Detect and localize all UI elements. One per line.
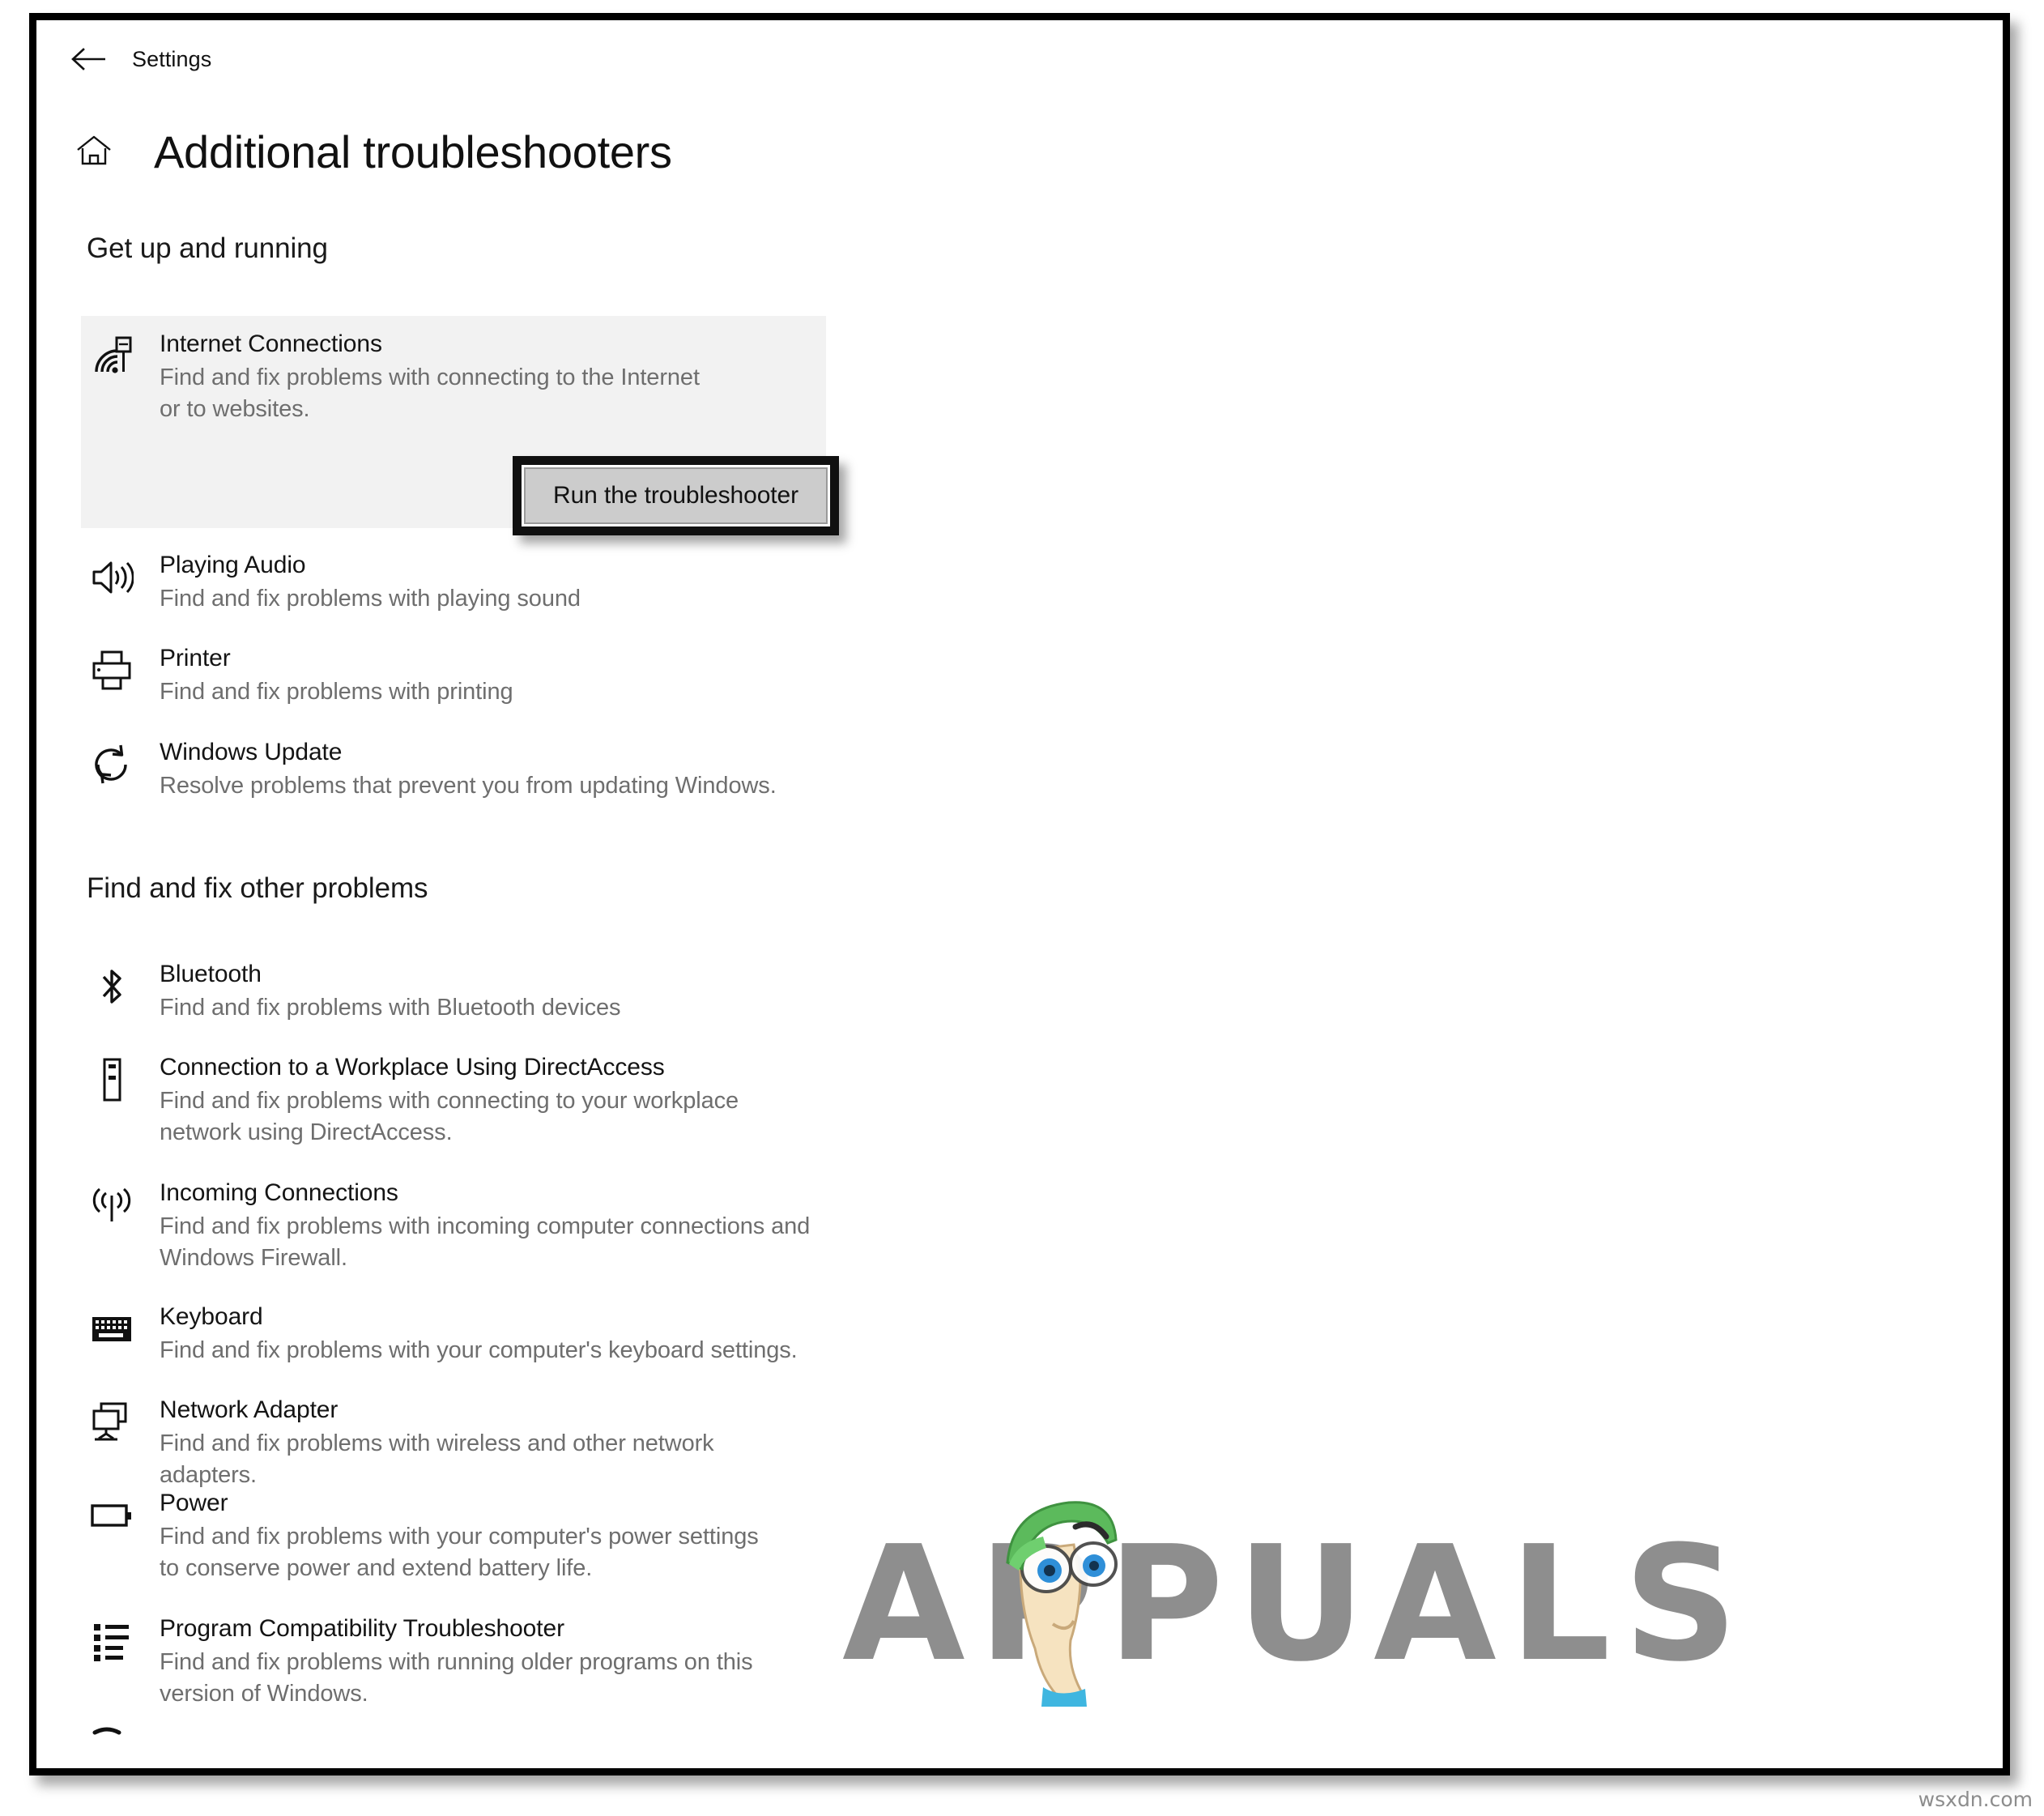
- network-adapter-icon: [87, 1397, 137, 1447]
- list-item-title: Power: [160, 1490, 228, 1516]
- run-troubleshooter-button-wrapper: Run the troubleshooter: [513, 456, 840, 535]
- list-item-text: Incoming Connections Find and fix proble…: [160, 1179, 815, 1273]
- list-item-incoming-connections[interactable]: Incoming Connections Find and fix proble…: [87, 1179, 815, 1273]
- watermark-brand-text: APPUALS: [842, 1512, 1751, 1697]
- list-item-network-adapter[interactable]: Network Adapter Find and fix problems wi…: [87, 1396, 815, 1490]
- list-item-title: Bluetooth: [160, 961, 262, 987]
- list-item-title: Playing Audio: [160, 552, 306, 578]
- page-title: Additional troubleshooters: [154, 126, 672, 177]
- incoming-connections-icon: [87, 1180, 137, 1230]
- list-item-text: Printer Find and fix problems with print…: [160, 644, 513, 708]
- section-heading-find-and-fix-other-problems: Find and fix other problems: [87, 872, 428, 904]
- list-item-program-compatibility[interactable]: Program Compatibility Troubleshooter Fin…: [87, 1614, 759, 1709]
- list-item-windows-update[interactable]: Windows Update Resolve problems that pre…: [87, 738, 815, 802]
- list-item-title: Windows Update: [160, 739, 343, 765]
- list-item-description: Find and fix problems with printing: [160, 679, 513, 706]
- back-button[interactable]: [56, 35, 122, 83]
- list-item-text: Windows Update Resolve problems that pre…: [160, 738, 777, 802]
- arrow-left-icon: [70, 46, 108, 72]
- list-item-text: Network Adapter Find and fix problems wi…: [160, 1396, 815, 1490]
- title-bar: Settings: [36, 20, 2003, 98]
- list-item-description: Find and fix problems with connecting to…: [160, 364, 700, 422]
- list-item-description: Find and fix problems with Bluetooth dev…: [160, 995, 621, 1021]
- list-item-title: Incoming Connections: [160, 1179, 398, 1206]
- list-item-title: Connection to a Workplace Using DirectAc…: [160, 1054, 665, 1081]
- focus-outline: Run the troubleshooter: [513, 456, 840, 535]
- list-item-text: Connection to a Workplace Using DirectAc…: [160, 1053, 759, 1148]
- list-item-printer[interactable]: Printer Find and fix problems with print…: [87, 644, 735, 708]
- settings-window: Settings Additional troubleshooters Get …: [29, 13, 2010, 1776]
- list-item-description: Resolve problems that prevent you from u…: [160, 773, 777, 799]
- list-item-text: Bluetooth Find and fix problems with Blu…: [160, 960, 621, 1024]
- list-item-playing-audio[interactable]: Playing Audio Find and fix problems with…: [87, 551, 735, 615]
- section-heading-get-up-and-running: Get up and running: [87, 232, 328, 264]
- run-troubleshooter-button-label: Run the troubleshooter: [553, 482, 799, 509]
- printer-icon: [87, 646, 137, 696]
- keyboard-icon: [87, 1304, 137, 1354]
- screenshot-root: Settings Additional troubleshooters Get …: [0, 0, 2044, 1816]
- list-item-power[interactable]: Power Find and fix problems with your co…: [87, 1489, 759, 1584]
- settings-window-content: Settings Additional troubleshooters Get …: [36, 20, 2003, 1768]
- list-item-description: Find and fix problems with incoming comp…: [160, 1213, 811, 1271]
- bluetooth-icon: [87, 961, 137, 1012]
- list-item-bluetooth[interactable]: Bluetooth Find and fix problems with Blu…: [87, 960, 815, 1024]
- list-item-keyboard[interactable]: Keyboard Find and fix problems with your…: [87, 1302, 815, 1366]
- list-item-description: Find and fix problems with wireless and …: [160, 1430, 714, 1488]
- battery-icon: [87, 1490, 137, 1541]
- list-item-title: Printer: [160, 645, 231, 671]
- home-icon: [75, 134, 113, 172]
- source-site-watermark: wsxdn.com: [1918, 1788, 2033, 1811]
- list-item-description: Find and fix problems with running older…: [160, 1649, 753, 1707]
- appuals-mascot-icon: [972, 1494, 1158, 1713]
- list-item-internet-connections[interactable]: Internet Connections Find and fix proble…: [87, 330, 702, 424]
- list-item-title: Keyboard: [160, 1303, 263, 1330]
- home-button[interactable]: [70, 134, 117, 172]
- list-item-text: Power Find and fix problems with your co…: [160, 1489, 759, 1584]
- list-item-text: Playing Audio Find and fix problems with…: [160, 551, 581, 615]
- list-icon: [87, 1616, 137, 1666]
- list-item-text: Internet Connections Find and fix proble…: [160, 330, 702, 424]
- list-item-description: Find and fix problems with playing sound: [160, 586, 581, 612]
- internet-connections-icon: [87, 331, 137, 382]
- watermark: APPUALS: [842, 1494, 1738, 1729]
- list-item-partial-cutoff: [87, 1720, 151, 1752]
- list-item-directaccess[interactable]: Connection to a Workplace Using DirectAc…: [87, 1053, 759, 1148]
- list-item-text: Program Compatibility Troubleshooter Fin…: [160, 1614, 759, 1709]
- refresh-icon: [87, 740, 137, 790]
- titlebar-label: Settings: [132, 46, 212, 71]
- speaker-icon: [87, 552, 137, 603]
- list-item-description: Find and fix problems with your computer…: [160, 1337, 798, 1364]
- list-item-title: Internet Connections: [160, 330, 382, 357]
- page-header: Additional troubleshooters: [36, 116, 672, 189]
- run-troubleshooter-button[interactable]: Run the troubleshooter: [524, 467, 828, 524]
- list-item-title: Network Adapter: [160, 1396, 339, 1423]
- workplace-device-icon: [87, 1055, 137, 1105]
- list-item-title: Program Compatibility Troubleshooter: [160, 1615, 564, 1642]
- list-item-description: Find and fix problems with your computer…: [160, 1524, 759, 1581]
- list-item-text: Keyboard Find and fix problems with your…: [160, 1302, 798, 1366]
- list-item-description: Find and fix problems with connecting to…: [160, 1088, 739, 1145]
